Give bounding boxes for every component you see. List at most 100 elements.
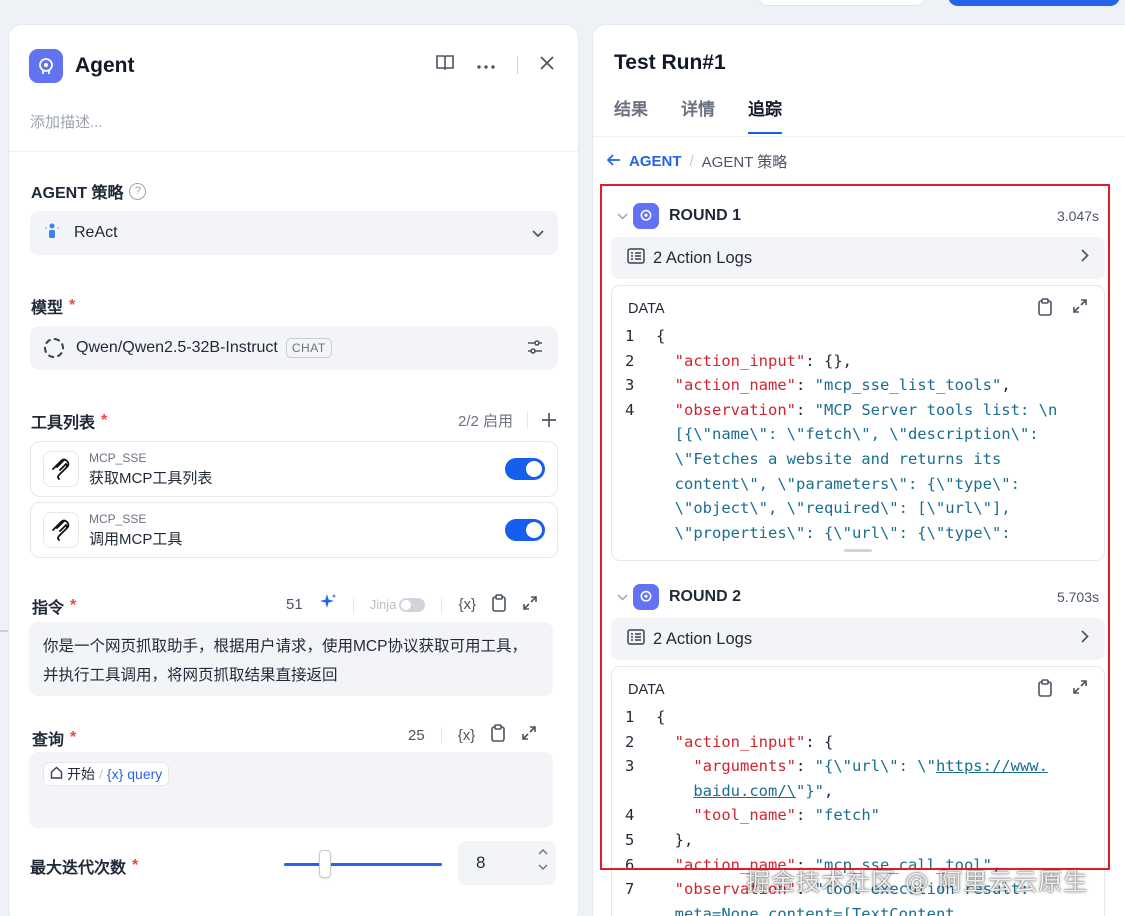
variable-insert-icon[interactable]: {x} [458,727,476,744]
strategy-select[interactable]: ReAct [30,211,558,255]
data-label: DATA [628,682,665,698]
breadcrumb-back-link[interactable]: AGENT [629,153,682,170]
round-header[interactable]: ROUND 1 3.047s [617,203,1099,229]
round-duration: 5.703s [1056,589,1099,605]
round-header[interactable]: ROUND 2 5.703s [617,584,1099,610]
code-line: \"Fetches a website and returns its [674,449,1002,468]
expand-icon[interactable] [1072,679,1088,701]
code-line: 2 "action_input": {}, [625,351,852,370]
required-marker: * [70,729,77,746]
resize-grip[interactable] [844,549,872,553]
tool-enable-toggle[interactable] [505,519,545,541]
max-iterations-slider[interactable] [284,863,442,866]
max-iterations-input[interactable]: 8 [458,841,556,885]
arrow-left-icon[interactable] [606,153,621,170]
help-circle-icon[interactable]: ? [129,182,147,200]
sparkle-icon[interactable] [319,593,337,616]
expand-icon[interactable] [1072,298,1088,320]
more-dots-icon[interactable] [477,54,495,75]
expand-icon[interactable] [521,725,537,745]
header-divider [517,55,518,74]
instruction-text: 你是一个网页抓取助手，根据用户请求，使用MCP协议获取可用工具，并执行工具调用，… [43,638,527,684]
query-char-count: 25 [408,726,425,744]
action-logs-row[interactable]: 2 Action Logs [611,618,1105,660]
tool-provider: MCP_SSE [89,450,147,465]
expand-icon[interactable] [522,595,538,615]
data-header: DATA [612,667,1104,705]
tab-detail[interactable]: 详情 [681,95,715,134]
variable-insert-icon[interactable]: {x} [458,596,476,613]
jinja-label: Jinja [369,597,397,612]
chevron-down-icon[interactable] [617,209,633,223]
tool-card[interactable]: MCP_SSE 获取MCP工具列表 [30,441,558,497]
tab-result[interactable]: 结果 [614,95,648,134]
plus-icon[interactable] [542,407,556,433]
model-label: 模型 * [31,294,75,318]
query-variable-chip[interactable]: 开始 / {x} query [43,762,170,786]
strategy-value: ReAct [74,224,118,241]
description-input[interactable]: 添加描述... [30,111,103,132]
tool-name: 调用MCP工具 [89,530,183,548]
required-marker: * [101,412,108,429]
clipboard-icon[interactable] [1038,679,1052,701]
code-line: 3 "arguments": "{\"url\": \"https://www. [625,757,1048,776]
code-line: [{\"name\": \"fetch\", \"description\": [674,425,1039,444]
tab-trace[interactable]: 追踪 [748,95,782,134]
chevron-down-icon [532,225,544,241]
code-line: baidu.com/\"}", [693,781,834,800]
clipboard-icon[interactable] [1038,298,1052,320]
stepper-up-icon[interactable] [538,847,548,858]
query-label: 查询 * [32,726,76,750]
tool-name: 获取MCP工具列表 [89,469,213,487]
data-header: DATA [612,286,1104,324]
book-icon[interactable] [435,53,455,76]
watermark: 掘金技术社区 @ 阿里云云原生 [746,868,1089,896]
code-line: 5 }, [625,830,694,849]
required-marker: * [70,597,77,614]
home-icon [50,763,63,785]
jinja-switch[interactable] [399,597,426,612]
tools-divider [441,596,443,613]
required-marker: * [69,297,76,314]
agent-brain-icon [633,584,659,610]
round-title: ROUND 2 [669,588,742,605]
header-actions [435,53,554,76]
code-line: content\", \"parameters\": {\"type\": [674,474,1020,493]
model-select[interactable]: Qwen/Qwen2.5-32B-Instruct CHAT [30,326,558,370]
chevron-right-icon [1081,630,1089,648]
tool-provider: MCP_SSE [89,511,147,526]
breadcrumb-current: AGENT 策略 [701,154,788,171]
list-icon [627,628,645,650]
slider-handle[interactable] [319,850,331,878]
chevron-down-icon[interactable] [617,590,633,604]
query-textarea[interactable]: 开始 / {x} query [29,752,553,828]
close-icon[interactable] [540,54,554,75]
code-line: \"object\", \"required\": [\"url\"], [674,499,1011,518]
tools-divider [440,727,442,743]
code-line: 4 "observation": "MCP Server tools list:… [625,400,1058,419]
action-logs-row[interactable]: 2 Action Logs [611,237,1105,279]
top-bar-primary-button[interactable] [948,0,1120,6]
jinja-toggle[interactable]: Jinja [370,597,426,612]
stepper-down-icon[interactable] [538,862,548,873]
instruction-textarea[interactable]: 你是一个网页抓取助手，根据用户请求，使用MCP协议获取可用工具，并执行工具调用，… [29,622,553,696]
round-title: ROUND 1 [669,207,742,224]
data-label: DATA [628,301,665,317]
canvas-edge-marker [0,630,8,632]
instruction-label-text: 指令 [32,600,65,617]
tool-enable-toggle[interactable] [505,458,545,480]
top-bar-control[interactable] [758,0,926,6]
code-line: 1{ [625,708,666,726]
agent-brain-icon [29,49,63,83]
strategy-label-text: AGENT 策略 [31,185,124,202]
settings-sliders-icon[interactable] [526,339,544,358]
action-logs-label: 2 Action Logs [653,629,753,648]
clipboard-icon[interactable] [491,724,506,746]
clipboard-icon[interactable] [492,593,506,616]
number-stepper[interactable] [538,847,548,873]
chip-variable-name: query [127,766,163,782]
model-mode-badge: CHAT [285,338,332,358]
chip-node-name: 开始 [67,766,95,782]
tool-card[interactable]: MCP_SSE 调用MCP工具 [30,502,558,558]
instruction-label: 指令 * [32,594,76,618]
